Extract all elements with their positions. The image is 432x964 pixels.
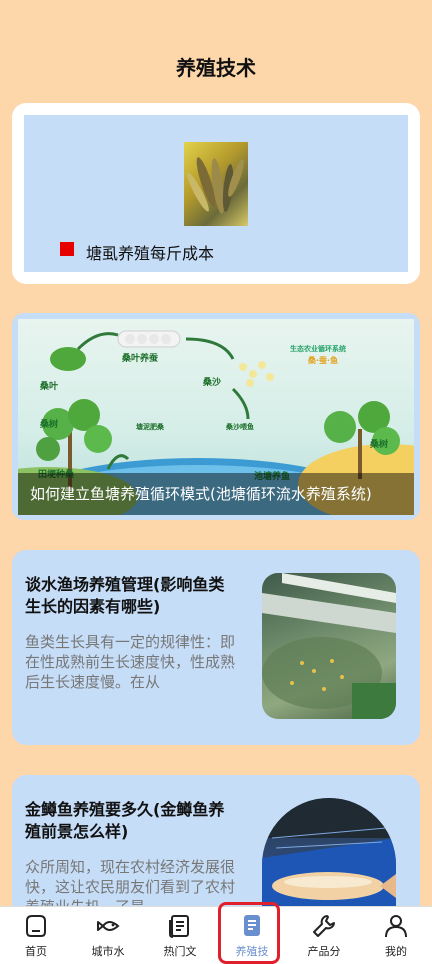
nav-label: 城市水 bbox=[91, 945, 125, 958]
featured-thumbnail bbox=[184, 142, 248, 226]
page-title: 养殖技术 bbox=[176, 56, 256, 80]
banner-caption: 如何建立鱼塘养殖循环模式(池塘循环流水养殖系统) bbox=[18, 473, 414, 515]
featured-card[interactable]: 塘虱养殖每斤成本 bbox=[12, 103, 420, 284]
label-system-title: 生态农业循环系统 bbox=[290, 344, 346, 353]
article-card[interactable]: 金鳟鱼养殖要多久(金鳟鱼养殖前景怎么样) 众所周知，现在农村经济发展很快，这让农… bbox=[12, 775, 420, 915]
nav-label: 热门文 bbox=[163, 945, 197, 958]
bottom-navigation: 首页 城市水 热门文 养殖技 产品分 我的 bbox=[0, 906, 432, 964]
label-pond-mud: 塘泥肥桑 bbox=[136, 422, 165, 431]
label-fish-chain: 桑·蚕·鱼 bbox=[307, 355, 338, 365]
nav-item-hot-articles[interactable]: 热门文 bbox=[144, 907, 216, 964]
banner-card[interactable]: 桑叶 桑叶养蚕 桑沙 生态农业循环系统 桑·蚕·鱼 桑树 桑树 桑沙喂鱼 塘泥肥… bbox=[12, 313, 420, 520]
nav-item-mine[interactable]: 我的 bbox=[360, 907, 432, 964]
fish-icon bbox=[97, 921, 120, 931]
article-summary: 鱼类生长具有一定的规律性：即在性成熟前生长速度快，性成熟后生长速度慢。在从 bbox=[25, 633, 236, 691]
nav-label: 我的 bbox=[385, 945, 407, 958]
nav-item-city-water[interactable]: 城市水 bbox=[72, 907, 144, 964]
active-tab-highlight bbox=[218, 902, 280, 964]
nav-item-home[interactable]: 首页 bbox=[0, 907, 72, 964]
article-thumbnail bbox=[262, 573, 396, 719]
article-icon bbox=[169, 915, 189, 938]
label-sand-fish: 桑沙喂鱼 bbox=[225, 422, 254, 431]
featured-card-body[interactable]: 塘虱养殖每斤成本 bbox=[24, 115, 408, 272]
article-title: 谈水渔场养殖管理(影响鱼类生长的因素有哪些) bbox=[25, 575, 225, 616]
wrench-icon bbox=[313, 915, 335, 937]
user-icon bbox=[385, 915, 407, 938]
nav-label: 首页 bbox=[25, 945, 47, 958]
article-card[interactable]: 谈水渔场养殖管理(影响鱼类生长的因素有哪些) 鱼类生长具有一定的规律性：即在性成… bbox=[12, 550, 420, 745]
label-mulberry-tree-right: 桑树 bbox=[369, 438, 388, 450]
label-mulberry-leaf: 桑叶 bbox=[39, 380, 58, 392]
featured-title: 塘虱养殖每斤成本 bbox=[86, 244, 215, 263]
nav-item-product-category[interactable]: 产品分 bbox=[288, 907, 360, 964]
article-thumbnail bbox=[262, 798, 396, 915]
nav-label: 产品分 bbox=[307, 945, 341, 958]
red-bullet-icon bbox=[60, 242, 74, 256]
label-mulberry-tree-left: 桑树 bbox=[39, 418, 58, 430]
home-icon bbox=[26, 915, 46, 937]
label-leaf-silkworm: 桑叶养蚕 bbox=[121, 352, 159, 364]
label-mulberry-sand: 桑沙 bbox=[202, 377, 221, 388]
article-title: 金鳟鱼养殖要多久(金鳟鱼养殖前景怎么样) bbox=[25, 800, 225, 841]
